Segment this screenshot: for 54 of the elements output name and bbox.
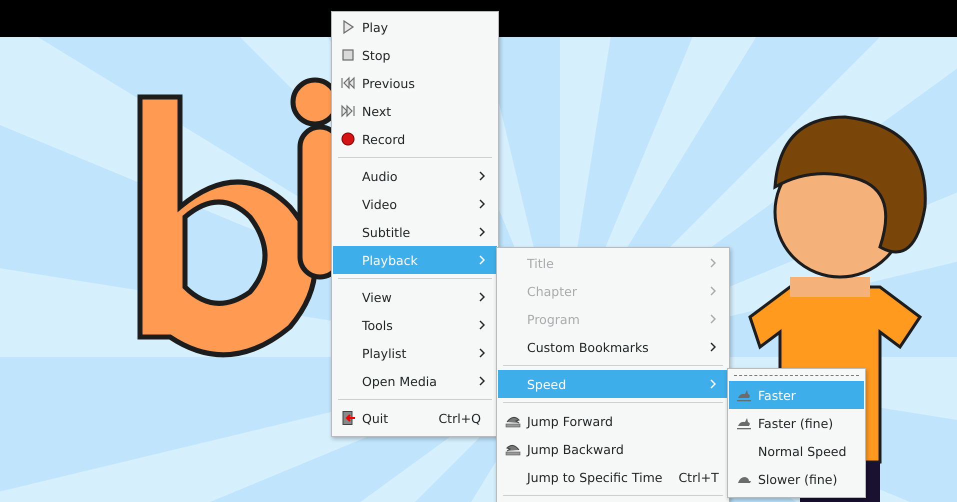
menu-item-label: Program xyxy=(527,312,581,326)
menu-item-label: View xyxy=(362,290,393,304)
menu-item-label: Record xyxy=(362,132,406,146)
record-icon xyxy=(340,131,356,147)
menu-item-label: Speed xyxy=(527,376,568,392)
menu-item[interactable]: Stop xyxy=(333,41,497,69)
menu-item[interactable]: Previous xyxy=(333,69,497,97)
menu-item-label: Title xyxy=(527,256,555,270)
menu-item-label: Jump to Specific Time xyxy=(527,470,662,484)
menu-item-label: Play xyxy=(362,20,390,34)
menu-item[interactable]: Custom Bookmarks xyxy=(498,333,728,361)
menu-item[interactable]: Jump Backward xyxy=(498,435,728,463)
menu-item-label: Custom Bookmarks xyxy=(527,340,650,354)
menu-item[interactable]: Record xyxy=(333,125,497,153)
menu-item[interactable]: View xyxy=(333,283,497,311)
menu-item-label: Playlist xyxy=(362,346,408,360)
shortcut-label: Ctrl+T xyxy=(678,470,719,484)
menu-item-label: Previous xyxy=(362,76,416,90)
menu-item-label: Next xyxy=(362,104,392,118)
menu-item-label: Tools xyxy=(362,318,394,332)
menu-item[interactable]: Slower (fine) xyxy=(729,465,864,493)
menu-item[interactable]: Next xyxy=(333,97,497,125)
menu-item-label: Playback xyxy=(362,252,419,268)
menu-item[interactable]: Play xyxy=(333,13,497,41)
menu-item-label: Audio xyxy=(362,168,399,184)
shortcut-label: Ctrl+Q xyxy=(438,410,481,426)
menu-item-label: Jump Backward xyxy=(527,442,625,456)
next-icon xyxy=(340,103,356,119)
menu-item[interactable]: Jump Forward xyxy=(498,407,728,435)
menu-item-label: Jump Forward xyxy=(527,414,614,428)
menu-item-label: Faster xyxy=(758,388,797,402)
menu-item[interactable]: Subtitle xyxy=(333,218,497,246)
menu-item[interactable]: Normal Speed xyxy=(729,437,864,465)
menu-item[interactable]: Open Media xyxy=(333,367,497,395)
menu-item-label: Quit xyxy=(362,410,390,426)
menu-item-label: Video xyxy=(362,196,398,212)
menu-item-label: Chapter xyxy=(527,284,578,298)
menu-item-label: Faster (fine) xyxy=(758,416,834,430)
menu-item[interactable]: Quit Ctrl+Q xyxy=(333,404,497,432)
menu-item[interactable]: Playlist xyxy=(333,339,497,367)
tear-off-line[interactable] xyxy=(734,375,859,376)
menu-item[interactable]: Audio xyxy=(333,162,497,190)
menu-item-label: Slower (fine) xyxy=(758,472,838,486)
menu-item-label: Open Media xyxy=(362,374,438,388)
menu-item-label: Normal Speed xyxy=(758,444,848,458)
previous-icon xyxy=(340,75,356,91)
menu-item[interactable]: Jump to Specific Time Ctrl+T xyxy=(498,463,728,491)
stop-icon xyxy=(340,47,356,63)
menu-item[interactable]: Video xyxy=(333,190,497,218)
menu-item-label: Stop xyxy=(362,48,392,62)
menu-item[interactable]: Tools xyxy=(333,311,497,339)
exit-door-icon xyxy=(340,410,356,426)
menu-item-label: Subtitle xyxy=(362,224,412,240)
menu-item[interactable]: Faster (fine) xyxy=(729,409,864,437)
